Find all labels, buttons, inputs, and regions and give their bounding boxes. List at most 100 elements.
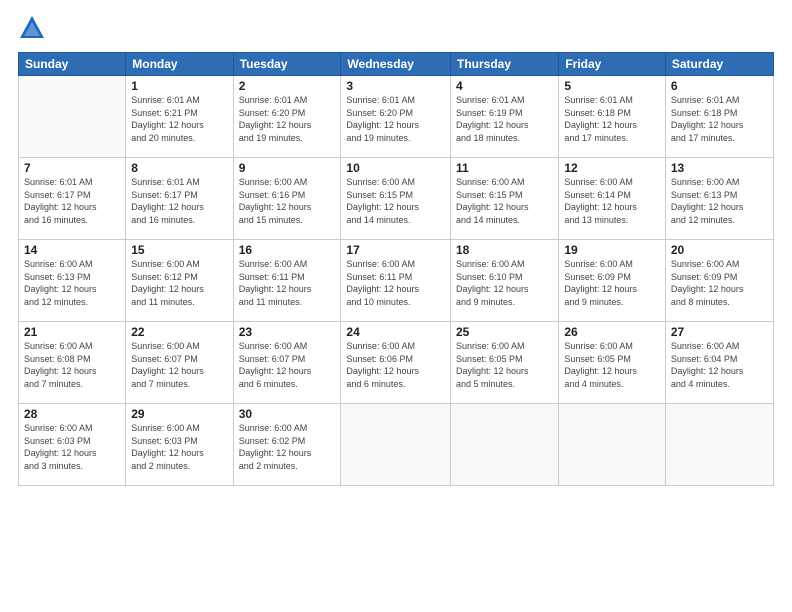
- calendar-cell: [559, 404, 666, 486]
- calendar-cell: 12Sunrise: 6:00 AM Sunset: 6:14 PM Dayli…: [559, 158, 666, 240]
- calendar-cell: 21Sunrise: 6:00 AM Sunset: 6:08 PM Dayli…: [19, 322, 126, 404]
- calendar-header-wednesday: Wednesday: [341, 53, 451, 76]
- day-number: 7: [24, 161, 120, 175]
- calendar-header-saturday: Saturday: [665, 53, 773, 76]
- day-number: 13: [671, 161, 768, 175]
- logo: [18, 14, 50, 42]
- calendar-cell: 10Sunrise: 6:00 AM Sunset: 6:15 PM Dayli…: [341, 158, 451, 240]
- calendar-cell: 29Sunrise: 6:00 AM Sunset: 6:03 PM Dayli…: [126, 404, 233, 486]
- day-info: Sunrise: 6:00 AM Sunset: 6:07 PM Dayligh…: [131, 340, 227, 390]
- calendar-cell: 16Sunrise: 6:00 AM Sunset: 6:11 PM Dayli…: [233, 240, 341, 322]
- day-number: 4: [456, 79, 553, 93]
- calendar-header-friday: Friday: [559, 53, 666, 76]
- day-info: Sunrise: 6:01 AM Sunset: 6:17 PM Dayligh…: [24, 176, 120, 226]
- day-info: Sunrise: 6:00 AM Sunset: 6:15 PM Dayligh…: [456, 176, 553, 226]
- day-info: Sunrise: 6:00 AM Sunset: 6:03 PM Dayligh…: [131, 422, 227, 472]
- calendar-cell: 2Sunrise: 6:01 AM Sunset: 6:20 PM Daylig…: [233, 76, 341, 158]
- day-number: 11: [456, 161, 553, 175]
- day-info: Sunrise: 6:00 AM Sunset: 6:09 PM Dayligh…: [564, 258, 660, 308]
- day-number: 26: [564, 325, 660, 339]
- calendar-week-1: 1Sunrise: 6:01 AM Sunset: 6:21 PM Daylig…: [19, 76, 774, 158]
- calendar-cell: 18Sunrise: 6:00 AM Sunset: 6:10 PM Dayli…: [451, 240, 559, 322]
- day-number: 17: [346, 243, 445, 257]
- day-info: Sunrise: 6:00 AM Sunset: 6:13 PM Dayligh…: [671, 176, 768, 226]
- day-info: Sunrise: 6:01 AM Sunset: 6:18 PM Dayligh…: [564, 94, 660, 144]
- day-number: 12: [564, 161, 660, 175]
- calendar-cell: 27Sunrise: 6:00 AM Sunset: 6:04 PM Dayli…: [665, 322, 773, 404]
- calendar-cell: 25Sunrise: 6:00 AM Sunset: 6:05 PM Dayli…: [451, 322, 559, 404]
- header: [18, 14, 774, 42]
- calendar-cell: 5Sunrise: 6:01 AM Sunset: 6:18 PM Daylig…: [559, 76, 666, 158]
- calendar-cell: 8Sunrise: 6:01 AM Sunset: 6:17 PM Daylig…: [126, 158, 233, 240]
- day-info: Sunrise: 6:00 AM Sunset: 6:05 PM Dayligh…: [456, 340, 553, 390]
- day-number: 20: [671, 243, 768, 257]
- calendar-cell: 17Sunrise: 6:00 AM Sunset: 6:11 PM Dayli…: [341, 240, 451, 322]
- calendar-cell: 11Sunrise: 6:00 AM Sunset: 6:15 PM Dayli…: [451, 158, 559, 240]
- day-number: 19: [564, 243, 660, 257]
- day-info: Sunrise: 6:00 AM Sunset: 6:16 PM Dayligh…: [239, 176, 336, 226]
- day-number: 5: [564, 79, 660, 93]
- day-number: 18: [456, 243, 553, 257]
- day-info: Sunrise: 6:00 AM Sunset: 6:02 PM Dayligh…: [239, 422, 336, 472]
- calendar-cell: 13Sunrise: 6:00 AM Sunset: 6:13 PM Dayli…: [665, 158, 773, 240]
- calendar-header-tuesday: Tuesday: [233, 53, 341, 76]
- day-number: 16: [239, 243, 336, 257]
- day-info: Sunrise: 6:00 AM Sunset: 6:09 PM Dayligh…: [671, 258, 768, 308]
- day-number: 25: [456, 325, 553, 339]
- day-info: Sunrise: 6:00 AM Sunset: 6:06 PM Dayligh…: [346, 340, 445, 390]
- calendar-cell: [19, 76, 126, 158]
- calendar-cell: 24Sunrise: 6:00 AM Sunset: 6:06 PM Dayli…: [341, 322, 451, 404]
- calendar-cell: [451, 404, 559, 486]
- day-number: 28: [24, 407, 120, 421]
- day-info: Sunrise: 6:00 AM Sunset: 6:13 PM Dayligh…: [24, 258, 120, 308]
- day-number: 30: [239, 407, 336, 421]
- calendar-table: SundayMondayTuesdayWednesdayThursdayFrid…: [18, 52, 774, 486]
- calendar-cell: [665, 404, 773, 486]
- day-number: 22: [131, 325, 227, 339]
- calendar-cell: 7Sunrise: 6:01 AM Sunset: 6:17 PM Daylig…: [19, 158, 126, 240]
- day-info: Sunrise: 6:00 AM Sunset: 6:15 PM Dayligh…: [346, 176, 445, 226]
- calendar-cell: 1Sunrise: 6:01 AM Sunset: 6:21 PM Daylig…: [126, 76, 233, 158]
- calendar-cell: 26Sunrise: 6:00 AM Sunset: 6:05 PM Dayli…: [559, 322, 666, 404]
- calendar-cell: 3Sunrise: 6:01 AM Sunset: 6:20 PM Daylig…: [341, 76, 451, 158]
- calendar-week-2: 7Sunrise: 6:01 AM Sunset: 6:17 PM Daylig…: [19, 158, 774, 240]
- calendar-header-row: SundayMondayTuesdayWednesdayThursdayFrid…: [19, 53, 774, 76]
- day-number: 9: [239, 161, 336, 175]
- day-number: 21: [24, 325, 120, 339]
- calendar-cell: 4Sunrise: 6:01 AM Sunset: 6:19 PM Daylig…: [451, 76, 559, 158]
- day-number: 15: [131, 243, 227, 257]
- calendar-week-4: 21Sunrise: 6:00 AM Sunset: 6:08 PM Dayli…: [19, 322, 774, 404]
- day-info: Sunrise: 6:00 AM Sunset: 6:07 PM Dayligh…: [239, 340, 336, 390]
- day-number: 10: [346, 161, 445, 175]
- day-number: 8: [131, 161, 227, 175]
- page: SundayMondayTuesdayWednesdayThursdayFrid…: [0, 0, 792, 612]
- day-info: Sunrise: 6:00 AM Sunset: 6:08 PM Dayligh…: [24, 340, 120, 390]
- day-info: Sunrise: 6:00 AM Sunset: 6:11 PM Dayligh…: [346, 258, 445, 308]
- day-number: 29: [131, 407, 227, 421]
- day-number: 2: [239, 79, 336, 93]
- day-info: Sunrise: 6:01 AM Sunset: 6:19 PM Dayligh…: [456, 94, 553, 144]
- day-info: Sunrise: 6:00 AM Sunset: 6:03 PM Dayligh…: [24, 422, 120, 472]
- day-number: 27: [671, 325, 768, 339]
- day-info: Sunrise: 6:01 AM Sunset: 6:20 PM Dayligh…: [346, 94, 445, 144]
- day-number: 3: [346, 79, 445, 93]
- day-info: Sunrise: 6:01 AM Sunset: 6:21 PM Dayligh…: [131, 94, 227, 144]
- day-info: Sunrise: 6:01 AM Sunset: 6:17 PM Dayligh…: [131, 176, 227, 226]
- calendar-cell: 15Sunrise: 6:00 AM Sunset: 6:12 PM Dayli…: [126, 240, 233, 322]
- day-number: 14: [24, 243, 120, 257]
- day-number: 24: [346, 325, 445, 339]
- calendar-cell: 6Sunrise: 6:01 AM Sunset: 6:18 PM Daylig…: [665, 76, 773, 158]
- calendar-cell: 30Sunrise: 6:00 AM Sunset: 6:02 PM Dayli…: [233, 404, 341, 486]
- day-info: Sunrise: 6:01 AM Sunset: 6:20 PM Dayligh…: [239, 94, 336, 144]
- calendar-header-thursday: Thursday: [451, 53, 559, 76]
- calendar-header-sunday: Sunday: [19, 53, 126, 76]
- day-info: Sunrise: 6:00 AM Sunset: 6:11 PM Dayligh…: [239, 258, 336, 308]
- calendar-cell: 22Sunrise: 6:00 AM Sunset: 6:07 PM Dayli…: [126, 322, 233, 404]
- calendar-cell: 19Sunrise: 6:00 AM Sunset: 6:09 PM Dayli…: [559, 240, 666, 322]
- calendar-week-3: 14Sunrise: 6:00 AM Sunset: 6:13 PM Dayli…: [19, 240, 774, 322]
- day-number: 1: [131, 79, 227, 93]
- calendar-cell: [341, 404, 451, 486]
- day-info: Sunrise: 6:00 AM Sunset: 6:12 PM Dayligh…: [131, 258, 227, 308]
- calendar-cell: 9Sunrise: 6:00 AM Sunset: 6:16 PM Daylig…: [233, 158, 341, 240]
- day-number: 6: [671, 79, 768, 93]
